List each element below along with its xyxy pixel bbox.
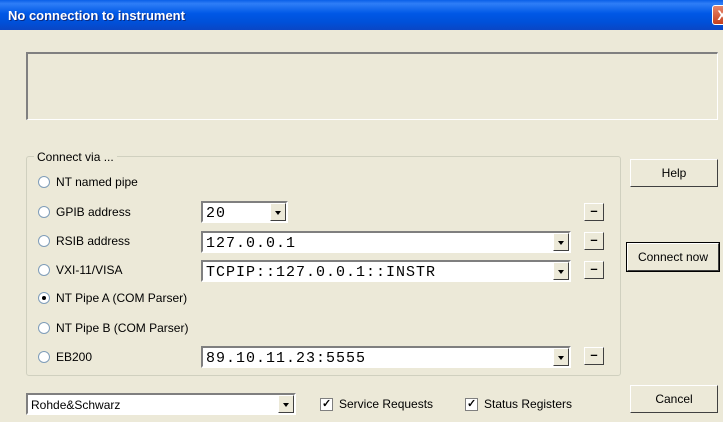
radio-label: NT Pipe A (COM Parser)	[56, 291, 188, 305]
chevron-down-icon[interactable]	[278, 395, 294, 413]
radio-circle[interactable]	[38, 206, 50, 218]
gpib-address-combo[interactable]: 20	[201, 201, 288, 223]
radio-circle[interactable]	[38, 264, 50, 276]
radio-circle[interactable]	[38, 235, 50, 247]
radio-gpib-address[interactable]: GPIB address	[38, 204, 131, 220]
radio-circle[interactable]	[38, 322, 50, 334]
gpib-remove-button[interactable]: –	[584, 203, 604, 221]
dialog-window: No connection to instrument X Connect vi…	[0, 0, 723, 422]
connect-via-legend: Connect via ...	[34, 150, 117, 164]
vxi11-visa-combo[interactable]: TCPIP::127.0.0.1::INSTR	[201, 260, 571, 282]
title-bar: No connection to instrument X	[0, 0, 723, 30]
vendor-select[interactable]: Rohde&Schwarz	[26, 393, 296, 415]
vxi11-remove-button[interactable]: –	[584, 261, 604, 279]
close-button[interactable]: X	[712, 5, 723, 25]
radio-circle[interactable]	[38, 351, 50, 363]
radio-nt-pipe-a[interactable]: NT Pipe A (COM Parser)	[38, 290, 187, 306]
radio-label: NT named pipe	[56, 175, 138, 189]
radio-label: GPIB address	[56, 205, 131, 219]
chevron-down-icon[interactable]	[553, 348, 569, 366]
cancel-button[interactable]: Cancel	[630, 385, 718, 413]
rsib-address-combo[interactable]: 127.0.0.1	[201, 231, 571, 253]
checkbox-box[interactable]	[320, 397, 333, 411]
checkbox-label: Service Requests	[339, 397, 434, 411]
radio-vxi11-visa[interactable]: VXI-11/VISA	[38, 262, 122, 278]
connect-now-button[interactable]: Connect now	[626, 242, 720, 272]
radio-label: NT Pipe B (COM Parser)	[56, 321, 189, 335]
chevron-down-icon[interactable]	[553, 233, 569, 251]
help-button[interactable]: Help	[630, 159, 718, 187]
gpib-address-value: 20	[206, 205, 227, 222]
vxi11-visa-value: TCPIP::127.0.0.1::INSTR	[206, 264, 437, 281]
radio-label: RSIB address	[56, 234, 131, 248]
eb200-combo[interactable]: 89.10.11.23:5555	[201, 346, 571, 368]
service-requests-checkbox[interactable]: Service Requests	[320, 396, 433, 412]
eb200-value: 89.10.11.23:5555	[206, 350, 367, 367]
eb200-remove-button[interactable]: –	[584, 347, 604, 365]
radio-nt-named-pipe[interactable]: NT named pipe	[38, 174, 138, 190]
chevron-down-icon[interactable]	[270, 203, 286, 221]
rsib-remove-button[interactable]: –	[584, 232, 604, 250]
radio-circle-selected[interactable]	[38, 292, 50, 304]
checkbox-box[interactable]	[465, 397, 478, 411]
chevron-down-icon[interactable]	[553, 262, 569, 280]
vendor-value: Rohde&Schwarz	[31, 398, 121, 412]
radio-label: EB200	[56, 350, 93, 364]
message-area	[26, 52, 718, 120]
window-title: No connection to instrument	[8, 8, 185, 23]
radio-rsib-address[interactable]: RSIB address	[38, 233, 130, 249]
status-registers-checkbox[interactable]: Status Registers	[465, 396, 572, 412]
rsib-address-value: 127.0.0.1	[206, 235, 297, 252]
radio-label: VXI-11/VISA	[56, 263, 123, 277]
radio-circle[interactable]	[38, 176, 50, 188]
radio-eb200[interactable]: EB200	[38, 349, 92, 365]
radio-nt-pipe-b[interactable]: NT Pipe B (COM Parser)	[38, 320, 188, 336]
checkbox-label: Status Registers	[484, 397, 573, 411]
